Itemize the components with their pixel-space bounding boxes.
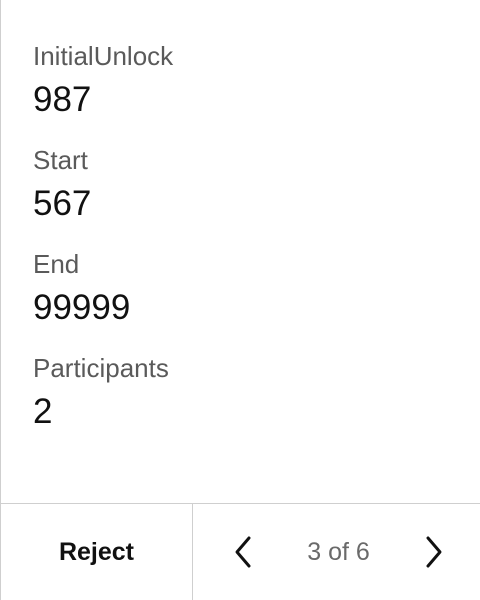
field-list: InitialUnlock 987 Start 567 End 99999 Pa… bbox=[33, 40, 464, 456]
field-participants: Participants 2 bbox=[33, 352, 464, 456]
field-label: Participants bbox=[33, 353, 169, 383]
field-value: 99999 bbox=[33, 288, 131, 327]
chevron-left-icon[interactable] bbox=[229, 532, 257, 572]
page-indicator: 3 of 6 bbox=[307, 537, 370, 566]
field-value: 987 bbox=[33, 80, 92, 119]
field-initial-unlock: InitialUnlock 987 bbox=[33, 40, 464, 144]
chevron-right-icon[interactable] bbox=[420, 532, 448, 572]
field-label: InitialUnlock bbox=[33, 41, 174, 71]
action-footer: Reject 3 of 6 bbox=[1, 503, 480, 600]
reject-button[interactable]: Reject bbox=[1, 504, 193, 600]
field-start: Start 567 bbox=[33, 144, 464, 248]
field-value: 567 bbox=[33, 184, 92, 223]
detail-panel: InitialUnlock 987 Start 567 End 99999 Pa… bbox=[0, 0, 480, 600]
pagination: 3 of 6 bbox=[193, 504, 480, 600]
field-label: Start bbox=[33, 145, 88, 175]
field-end: End 99999 bbox=[33, 248, 464, 352]
field-value: 2 bbox=[33, 392, 53, 431]
field-label: End bbox=[33, 249, 80, 279]
